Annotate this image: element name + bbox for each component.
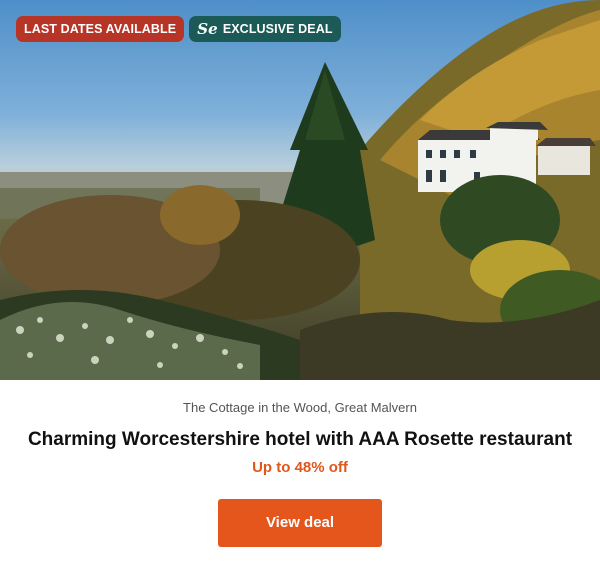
badge-group: LAST DATES AVAILABLE Se EXCLUSIVE DEAL — [16, 16, 341, 42]
landscape-illustration — [0, 0, 600, 380]
secret-escapes-logo-icon: Se — [197, 20, 218, 38]
last-dates-badge: LAST DATES AVAILABLE — [16, 16, 185, 42]
deal-title[interactable]: Charming Worcestershire hotel with AAA R… — [0, 429, 600, 451]
exclusive-deal-badge: Se EXCLUSIVE DEAL — [189, 16, 341, 42]
view-deal-button[interactable]: View deal — [218, 499, 382, 547]
hotel-location: The Cottage in the Wood, Great Malvern — [183, 400, 417, 415]
hero-image[interactable]: LAST DATES AVAILABLE Se EXCLUSIVE DEAL — [0, 0, 600, 380]
exclusive-deal-label: EXCLUSIVE DEAL — [222, 22, 333, 36]
discount-text: Up to 48% off — [252, 459, 348, 476]
deal-card[interactable]: LAST DATES AVAILABLE Se EXCLUSIVE DEAL T… — [0, 0, 600, 575]
last-dates-label: LAST DATES AVAILABLE — [24, 22, 177, 36]
deal-info: The Cottage in the Wood, Great Malvern C… — [0, 400, 600, 547]
